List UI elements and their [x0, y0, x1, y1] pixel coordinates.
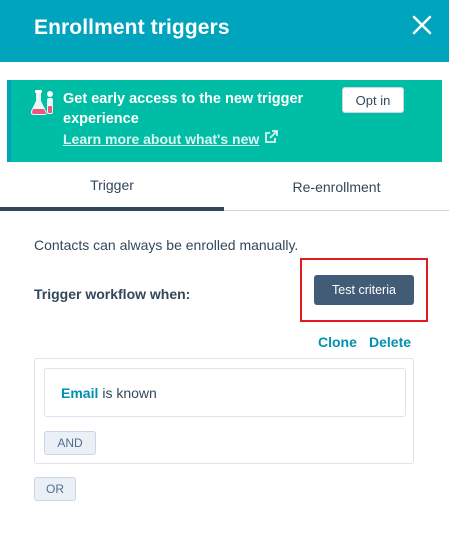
- panel-title: Enrollment triggers: [34, 16, 230, 39]
- learn-more-link[interactable]: Learn more about what's new: [63, 130, 279, 147]
- close-icon[interactable]: [411, 14, 433, 36]
- filter-card[interactable]: Email is known: [44, 368, 406, 417]
- and-button[interactable]: AND: [44, 431, 96, 455]
- panel-header: Enrollment triggers: [0, 0, 449, 62]
- or-button[interactable]: OR: [34, 477, 76, 501]
- flask-icon: [29, 88, 57, 118]
- tab-trigger[interactable]: Trigger: [0, 163, 224, 211]
- filter-condition: is known: [102, 384, 157, 401]
- manual-enrollment-note: Contacts can always be enrolled manually…: [34, 237, 299, 253]
- external-link-icon: [264, 130, 279, 147]
- trigger-label: Trigger workflow when:: [34, 286, 191, 302]
- test-criteria-button[interactable]: Test criteria: [314, 275, 414, 305]
- filter-group: Email is known AND: [34, 358, 414, 464]
- early-access-banner: Get early access to the new trigger expe…: [7, 80, 442, 162]
- learn-more-label: Learn more about what's new: [63, 130, 260, 147]
- banner-title: Get early access to the new trigger expe…: [63, 91, 304, 127]
- opt-in-button[interactable]: Opt in: [342, 87, 404, 113]
- filter-property: Email: [61, 384, 99, 401]
- delete-button[interactable]: Delete: [369, 334, 411, 350]
- tab-re-enrollment[interactable]: Re-enrollment: [224, 163, 449, 211]
- tab-bar: Trigger Re-enrollment: [0, 163, 449, 211]
- clone-button[interactable]: Clone: [318, 334, 357, 350]
